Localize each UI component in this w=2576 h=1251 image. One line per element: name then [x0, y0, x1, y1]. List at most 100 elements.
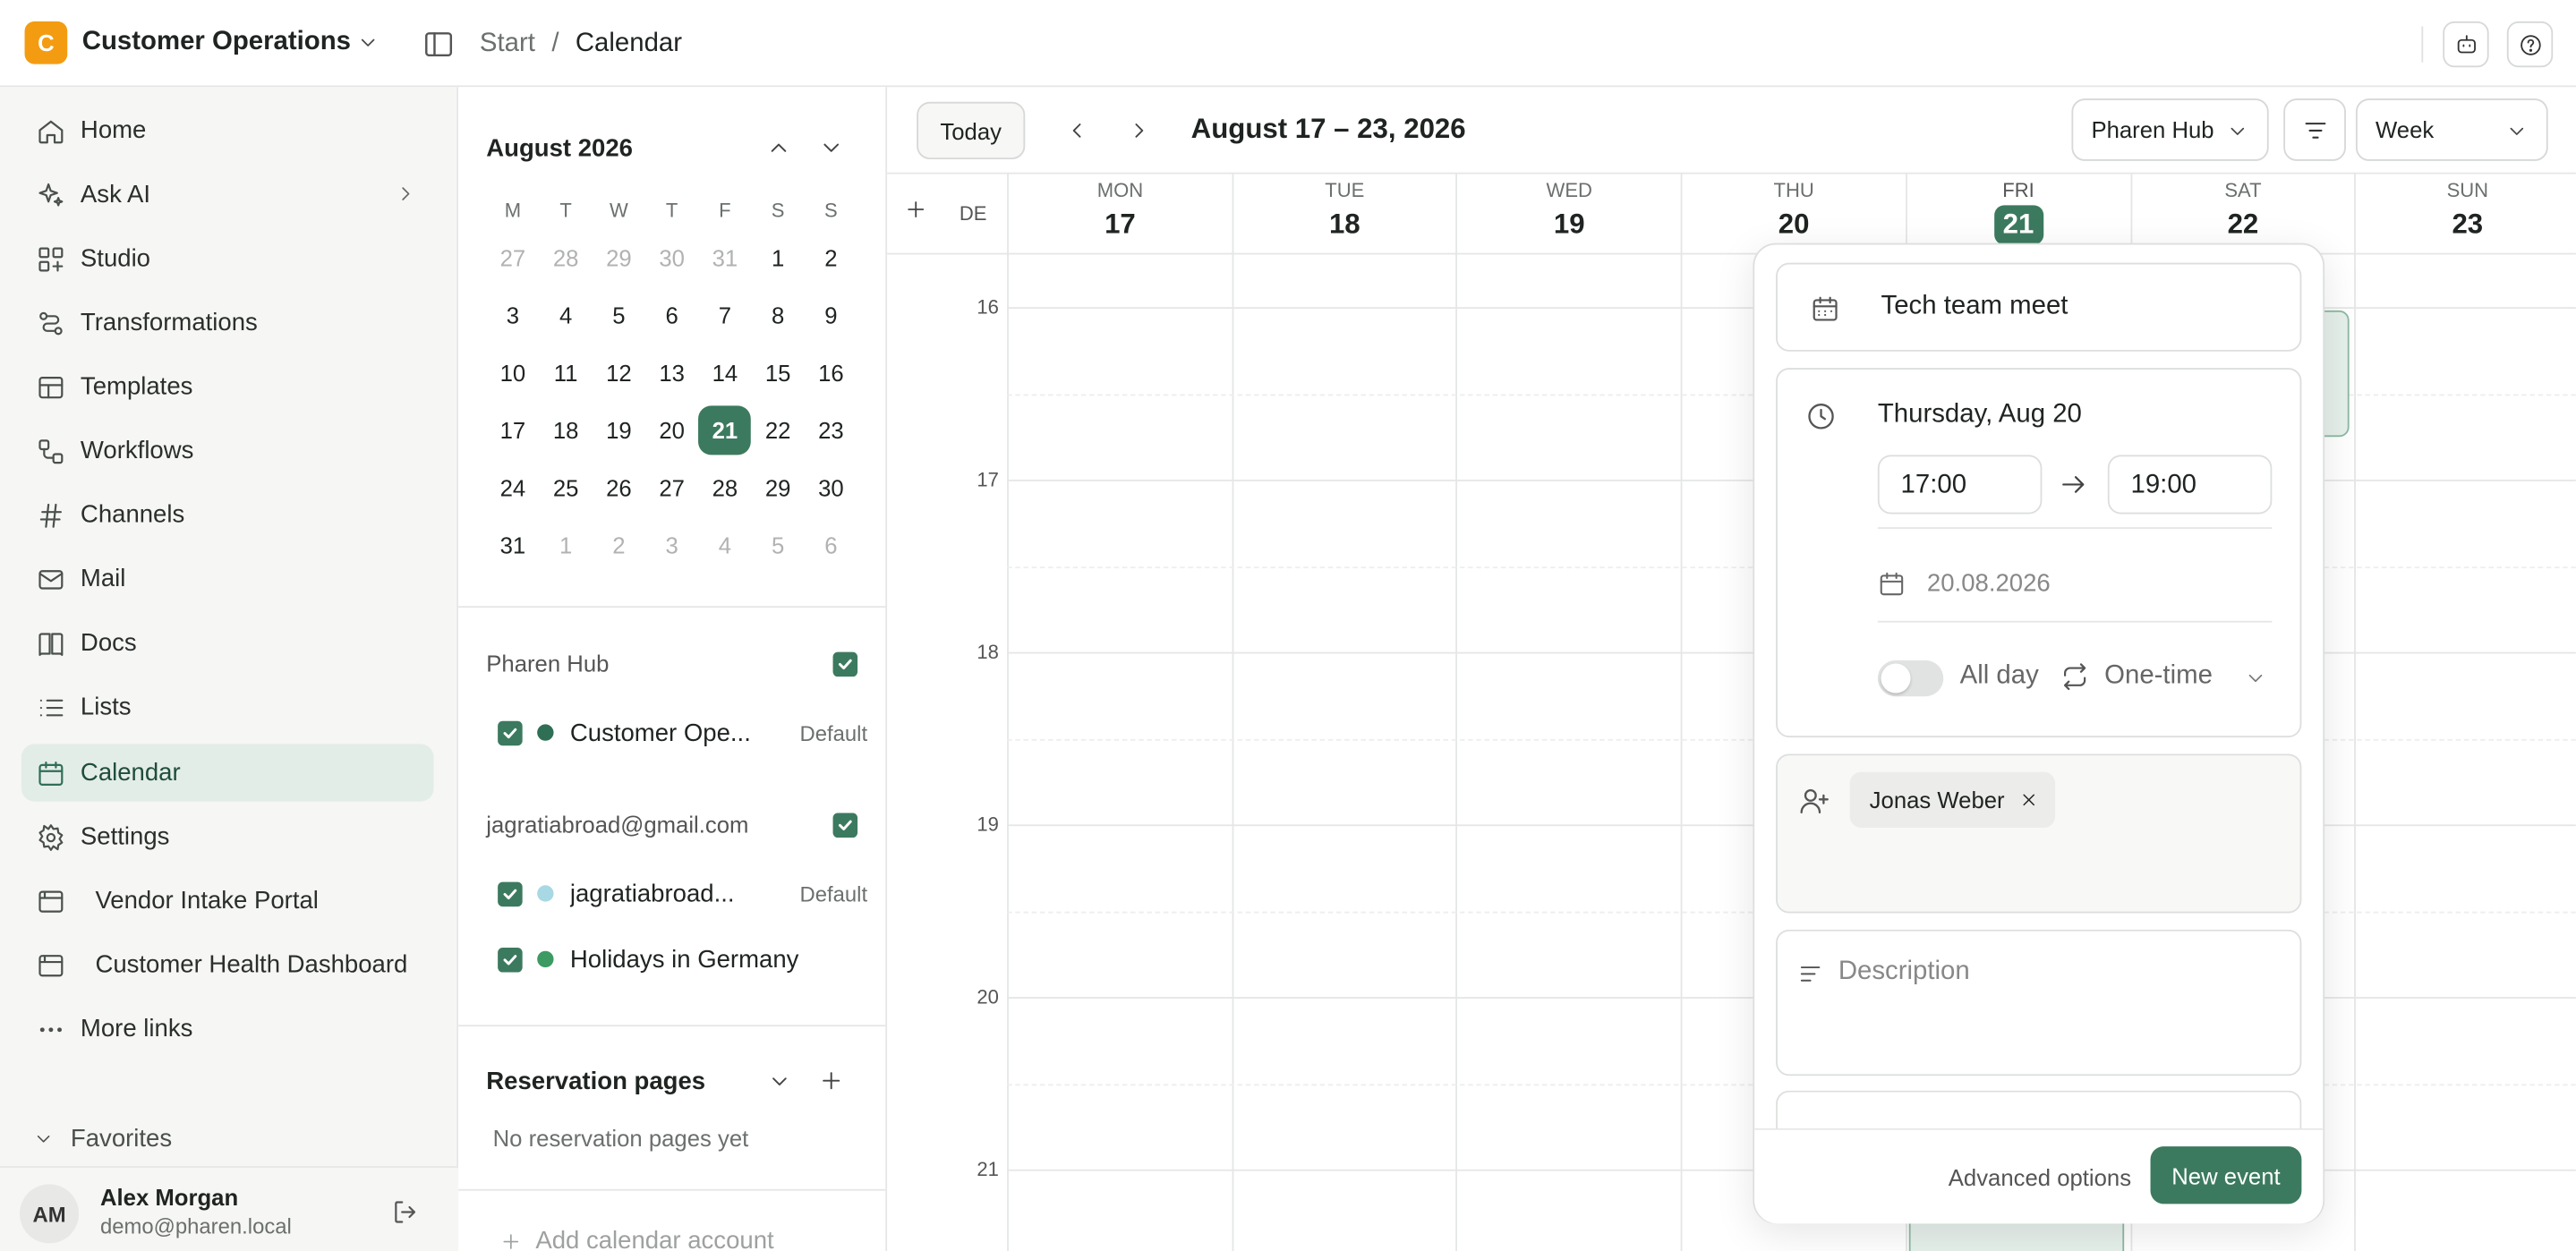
calendar-item[interactable]: Customer Ope... Default: [498, 708, 867, 757]
sidebar-item-lists[interactable]: Lists: [21, 678, 434, 736]
day-header-tue[interactable]: TUE 18: [1231, 174, 1456, 257]
filter-button[interactable]: [2283, 98, 2346, 161]
mini-day[interactable]: 1: [752, 233, 805, 282]
sidebar-item-channels[interactable]: Channels: [21, 486, 434, 543]
mini-day[interactable]: 22: [752, 404, 805, 454]
mini-day[interactable]: 15: [752, 347, 805, 396]
mini-day[interactable]: 3: [645, 520, 698, 569]
mini-day[interactable]: 31: [486, 520, 539, 569]
mini-day[interactable]: 27: [486, 233, 539, 282]
mini-day[interactable]: 17: [486, 404, 539, 454]
sidebar-item-transformations[interactable]: Transformations: [21, 294, 434, 352]
mini-day[interactable]: 6: [805, 520, 857, 569]
mini-day[interactable]: 3: [486, 290, 539, 339]
mini-day[interactable]: 20: [645, 404, 698, 454]
mini-day[interactable]: 4: [540, 290, 593, 339]
workspace-switcher[interactable]: C Customer Operations: [24, 21, 375, 64]
mini-day[interactable]: 2: [593, 520, 645, 569]
calendar-checkbox[interactable]: [498, 947, 523, 972]
mini-day-today[interactable]: 21: [698, 404, 752, 455]
sidebar-item-vendor-intake-portal[interactable]: Vendor Intake Portal: [21, 872, 434, 930]
mini-day[interactable]: 18: [540, 404, 593, 454]
chevron-down-icon[interactable]: [818, 135, 844, 161]
all-day-toggle[interactable]: [1877, 660, 1944, 697]
mini-day[interactable]: 14: [698, 347, 751, 396]
sidebar-item-customer-health-dashboard[interactable]: Customer Health Dashboard: [21, 936, 434, 993]
sidebar-item-mail[interactable]: Mail: [21, 550, 434, 608]
mini-day[interactable]: 27: [645, 463, 698, 512]
sidebar-item-settings[interactable]: Settings: [21, 808, 434, 865]
day-header-sun[interactable]: SUN 23: [2354, 174, 2575, 257]
chevron-left-icon[interactable]: [1064, 118, 1089, 143]
assistant-button[interactable]: [2443, 21, 2489, 68]
mini-day[interactable]: 25: [540, 463, 593, 512]
event-date-input[interactable]: 20.08.2026: [1927, 570, 2051, 598]
sidebar-item-calendar[interactable]: Calendar: [21, 744, 434, 802]
sidebar-item-more-links[interactable]: More links: [21, 1000, 434, 1058]
calendar-checkbox[interactable]: [498, 719, 523, 745]
mini-day[interactable]: 4: [698, 520, 751, 569]
mini-day[interactable]: 10: [486, 347, 539, 396]
mini-day[interactable]: 26: [593, 463, 645, 512]
mini-day[interactable]: 31: [698, 233, 751, 282]
calendar-item[interactable]: Holidays in Germany: [498, 934, 867, 983]
sidebar-item-templates[interactable]: Templates: [21, 358, 434, 415]
end-time-input[interactable]: 19:00: [2107, 455, 2273, 515]
today-button[interactable]: Today: [917, 101, 1026, 160]
mini-day[interactable]: 2: [805, 233, 857, 282]
calendar-checkbox[interactable]: [498, 881, 523, 906]
mini-day[interactable]: 23: [805, 404, 857, 454]
chevron-up-icon[interactable]: [765, 135, 791, 161]
start-time-input[interactable]: 17:00: [1877, 455, 2043, 515]
logout-icon[interactable]: [391, 1197, 421, 1227]
plus-icon[interactable]: [818, 1068, 844, 1094]
mini-day[interactable]: 30: [805, 463, 857, 512]
mini-day[interactable]: 16: [805, 347, 857, 396]
mini-day[interactable]: 5: [752, 520, 805, 569]
add-calendar-account-button[interactable]: Add calendar account: [499, 1227, 774, 1251]
mini-day[interactable]: 6: [645, 290, 698, 339]
mini-day[interactable]: 29: [752, 463, 805, 512]
breadcrumb-start[interactable]: Start: [480, 30, 535, 59]
sidebar-item-workflows[interactable]: Workflows: [21, 422, 434, 480]
plus-icon[interactable]: [903, 197, 928, 222]
sidebar-item-docs[interactable]: Docs: [21, 614, 434, 671]
event-guests-field[interactable]: Jonas Weber: [1776, 753, 2302, 914]
day-header-mon[interactable]: MON 17: [1007, 174, 1232, 257]
mini-day[interactable]: 5: [593, 290, 645, 339]
avatar[interactable]: AM: [20, 1184, 80, 1244]
sidebar-item-studio[interactable]: Studio: [21, 230, 434, 287]
new-event-button[interactable]: New event: [2150, 1146, 2302, 1204]
mini-day[interactable]: 28: [540, 233, 593, 282]
mini-day[interactable]: 29: [593, 233, 645, 282]
mini-day[interactable]: 11: [540, 347, 593, 396]
mini-day[interactable]: 1: [540, 520, 593, 569]
favorites-section-toggle[interactable]: Favorites: [33, 1125, 172, 1153]
day-header-wed[interactable]: WED 19: [1455, 174, 1681, 257]
event-description-field[interactable]: Description: [1776, 929, 2302, 1077]
chevron-down-icon[interactable]: [767, 1069, 792, 1094]
mini-day[interactable]: 8: [752, 290, 805, 339]
calendar-source-select[interactable]: Pharen Hub: [2071, 98, 2269, 161]
mini-day[interactable]: 30: [645, 233, 698, 282]
calendar-group-checkbox[interactable]: [832, 651, 858, 677]
advanced-options-link[interactable]: Advanced options: [1949, 1164, 2131, 1190]
mini-day[interactable]: 7: [698, 290, 751, 339]
event-title-field[interactable]: Tech team meet: [1776, 262, 2302, 352]
mini-day[interactable]: 12: [593, 347, 645, 396]
mini-day[interactable]: 19: [593, 404, 645, 454]
mini-day[interactable]: 13: [645, 347, 698, 396]
repeat-select[interactable]: One-time: [2104, 662, 2213, 692]
calendar-group-checkbox[interactable]: [832, 813, 858, 838]
mini-day[interactable]: 24: [486, 463, 539, 512]
sidebar-toggle-icon[interactable]: [422, 28, 456, 61]
help-button[interactable]: [2506, 21, 2554, 68]
sidebar-item-home[interactable]: Home: [21, 102, 434, 159]
mini-day[interactable]: 28: [698, 463, 751, 512]
chevron-right-icon[interactable]: [1127, 118, 1152, 143]
mini-day[interactable]: 9: [805, 290, 857, 339]
sidebar-item-ask-ai[interactable]: Ask AI: [21, 166, 434, 223]
view-select[interactable]: Week: [2355, 98, 2548, 161]
calendar-item[interactable]: jagratiabroad... Default: [498, 869, 867, 918]
close-icon[interactable]: [2019, 790, 2039, 810]
